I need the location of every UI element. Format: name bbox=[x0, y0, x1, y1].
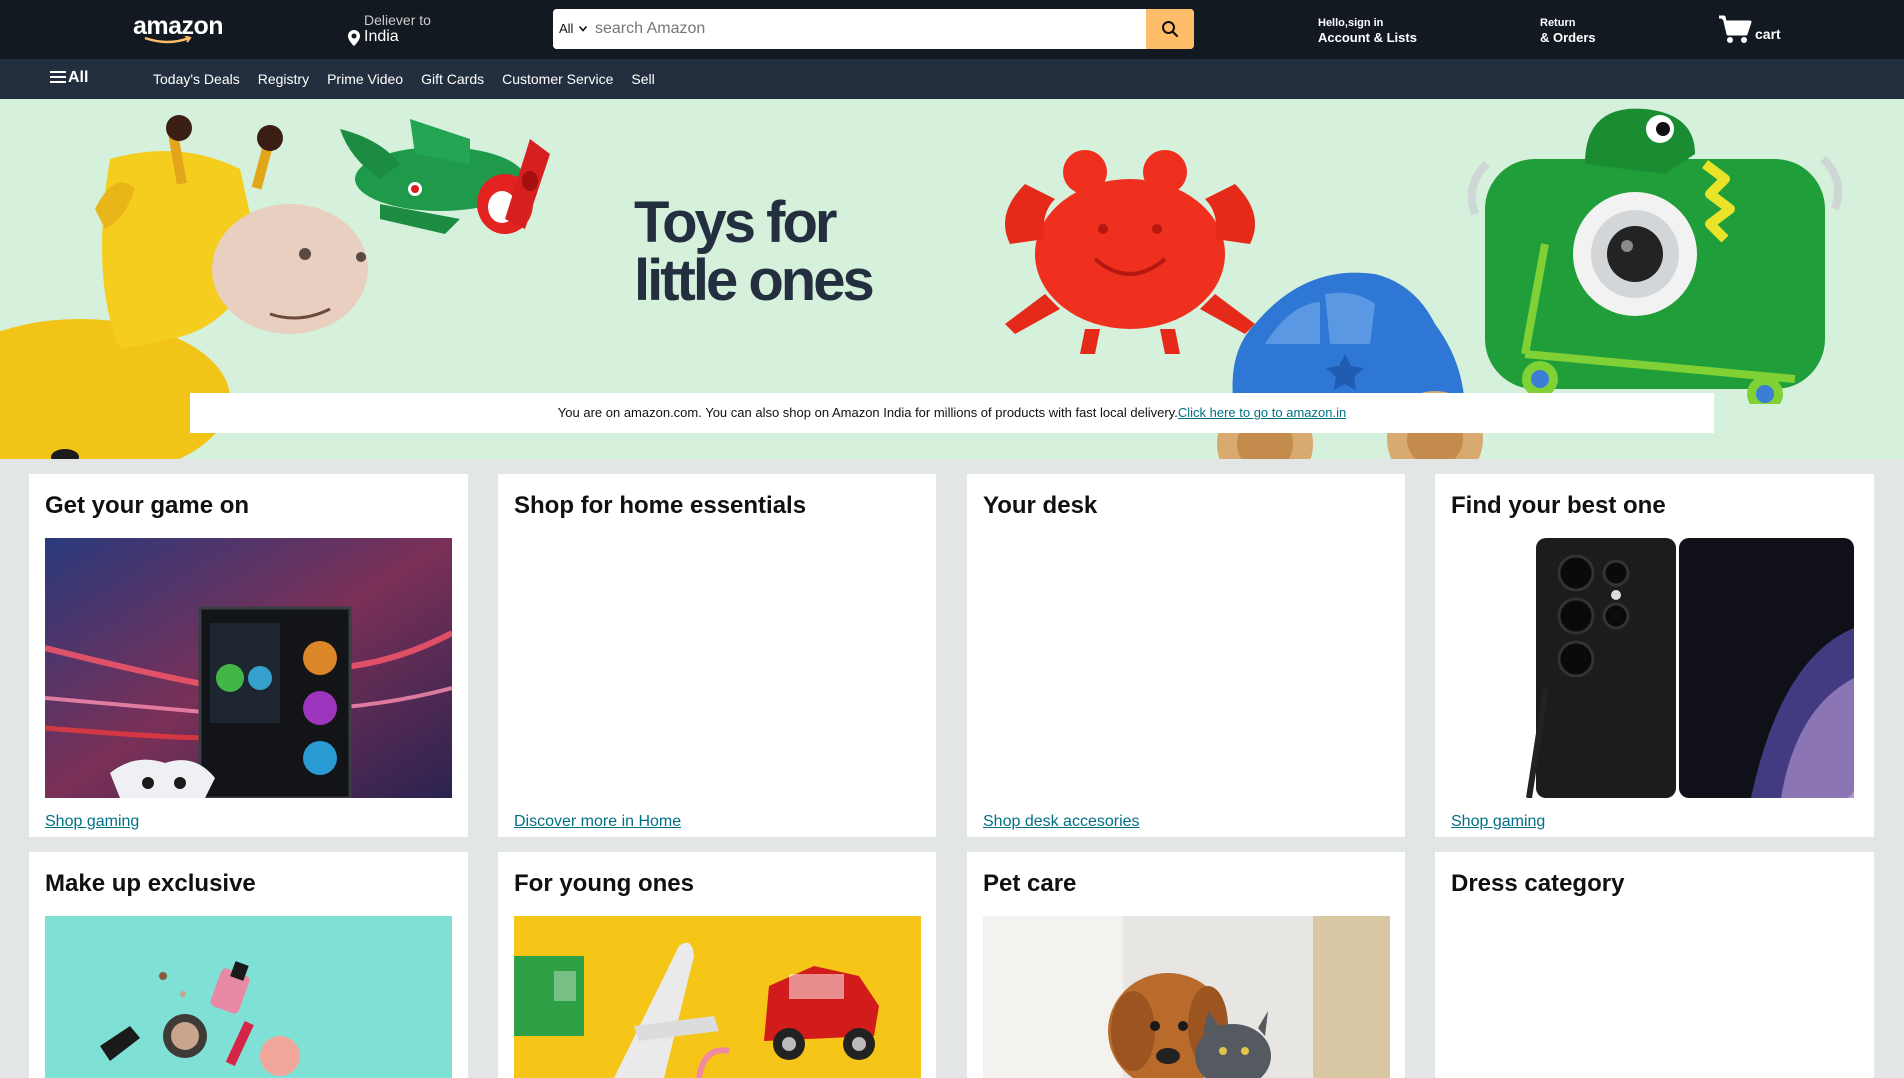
cart-label: cart bbox=[1755, 26, 1781, 42]
nav-link-gift-cards[interactable]: Gift Cards bbox=[421, 71, 484, 87]
search-input[interactable] bbox=[591, 9, 1131, 49]
card-young-ones: For young ones bbox=[498, 852, 936, 1078]
card-desk: Your desk Shop desk accesories bbox=[967, 474, 1405, 837]
card-title: Make up exclusive bbox=[45, 870, 256, 897]
airplane-toy-image bbox=[340, 119, 550, 234]
card-title: Get your game on bbox=[45, 492, 250, 519]
card-title: Pet care bbox=[983, 870, 1077, 897]
orders-label: & Orders bbox=[1540, 30, 1596, 45]
notice-link[interactable]: Click here to go to amazon.in bbox=[1178, 405, 1346, 420]
account-label: Account & Lists bbox=[1318, 30, 1417, 45]
card-title: Your desk bbox=[983, 492, 1098, 519]
desk-image[interactable] bbox=[983, 538, 1390, 798]
card-link[interactable]: Discover more in Home bbox=[514, 813, 681, 831]
cart-icon bbox=[1719, 15, 1752, 43]
nav-link-prime-video[interactable]: Prime Video bbox=[327, 71, 403, 87]
nav-bar: All Today's Deals Registry Prime Video G… bbox=[0, 59, 1904, 99]
hero-banner[interactable]: Toys for little ones You are on amazon.c… bbox=[0, 99, 1904, 459]
deliver-label: Deliever to bbox=[364, 12, 431, 28]
nav-link-todays-deals[interactable]: Today's Deals bbox=[153, 71, 240, 87]
card-link[interactable]: Shop gaming bbox=[1451, 813, 1545, 831]
chevron-down-icon bbox=[578, 25, 588, 32]
hero-title-line-1: Toys for bbox=[634, 190, 837, 255]
returns-orders[interactable]: Return & Orders bbox=[1540, 17, 1596, 45]
makeup-illustration bbox=[45, 916, 452, 1078]
card-link[interactable]: Shop gaming bbox=[45, 813, 139, 831]
gaming-pc-illustration bbox=[45, 538, 452, 798]
search-category-label: All bbox=[559, 21, 574, 36]
search-button[interactable] bbox=[1146, 9, 1194, 49]
nav-link-registry[interactable]: Registry bbox=[258, 71, 309, 87]
hero-title: Toys for little ones bbox=[634, 190, 875, 313]
card-title: Dress category bbox=[1451, 870, 1625, 897]
makeup-image[interactable] bbox=[45, 916, 452, 1078]
nav-link-sell[interactable]: Sell bbox=[631, 71, 654, 87]
dino-camera-toy-image bbox=[1468, 108, 1842, 404]
location-pin-icon bbox=[348, 30, 360, 46]
search-bar: All bbox=[553, 9, 1194, 49]
card-pet-care: Pet care bbox=[967, 852, 1405, 1078]
account-lists[interactable]: Hello,sign in Account & Lists bbox=[1318, 17, 1417, 45]
account-greeting: Hello,sign in bbox=[1318, 17, 1384, 29]
top-header: amazon Deliever to India All Hello,sign … bbox=[0, 0, 1904, 59]
gaming-pc-image[interactable] bbox=[45, 538, 452, 798]
young-ones-illustration bbox=[514, 916, 921, 1078]
nav-links: Today's Deals Registry Prime Video Gift … bbox=[153, 71, 673, 87]
all-menu-button[interactable]: All bbox=[50, 69, 88, 87]
card-best-one: Find your best one Shop gaming bbox=[1435, 474, 1874, 837]
young-ones-image[interactable] bbox=[514, 916, 921, 1078]
card-title: For young ones bbox=[514, 870, 694, 897]
returns-label: Return bbox=[1540, 17, 1576, 29]
dress-image[interactable] bbox=[1451, 916, 1858, 1078]
card-title: Find your best one bbox=[1451, 492, 1666, 519]
card-game: Get your game on Shop gaming bbox=[29, 474, 468, 837]
pet-care-illustration bbox=[983, 916, 1390, 1078]
notice-text: You are on amazon.com. You can also shop… bbox=[557, 405, 1178, 420]
search-icon bbox=[1162, 21, 1179, 38]
card-link[interactable]: Shop desk accesories bbox=[983, 813, 1140, 831]
card-makeup: Make up exclusive bbox=[29, 852, 468, 1078]
card-dress: Dress category bbox=[1435, 852, 1874, 1078]
card-home-essentials: Shop for home essentials Discover more i… bbox=[498, 474, 936, 837]
deliver-location: India bbox=[364, 28, 399, 45]
all-menu-label: All bbox=[68, 69, 89, 86]
phone-illustration bbox=[1451, 538, 1858, 798]
card-title: Shop for home essentials bbox=[514, 492, 807, 519]
nav-link-customer-service[interactable]: Customer Service bbox=[502, 71, 613, 87]
search-category-dropdown[interactable]: All bbox=[553, 9, 591, 49]
home-essentials-image[interactable] bbox=[514, 538, 921, 798]
pet-care-image[interactable] bbox=[983, 916, 1390, 1078]
hamburger-icon bbox=[50, 71, 66, 83]
phone-image[interactable] bbox=[1451, 538, 1858, 798]
locale-notice: You are on amazon.com. You can also shop… bbox=[190, 393, 1714, 433]
amazon-smile-icon bbox=[144, 36, 192, 44]
hero-title-line-2: little ones bbox=[634, 248, 875, 313]
